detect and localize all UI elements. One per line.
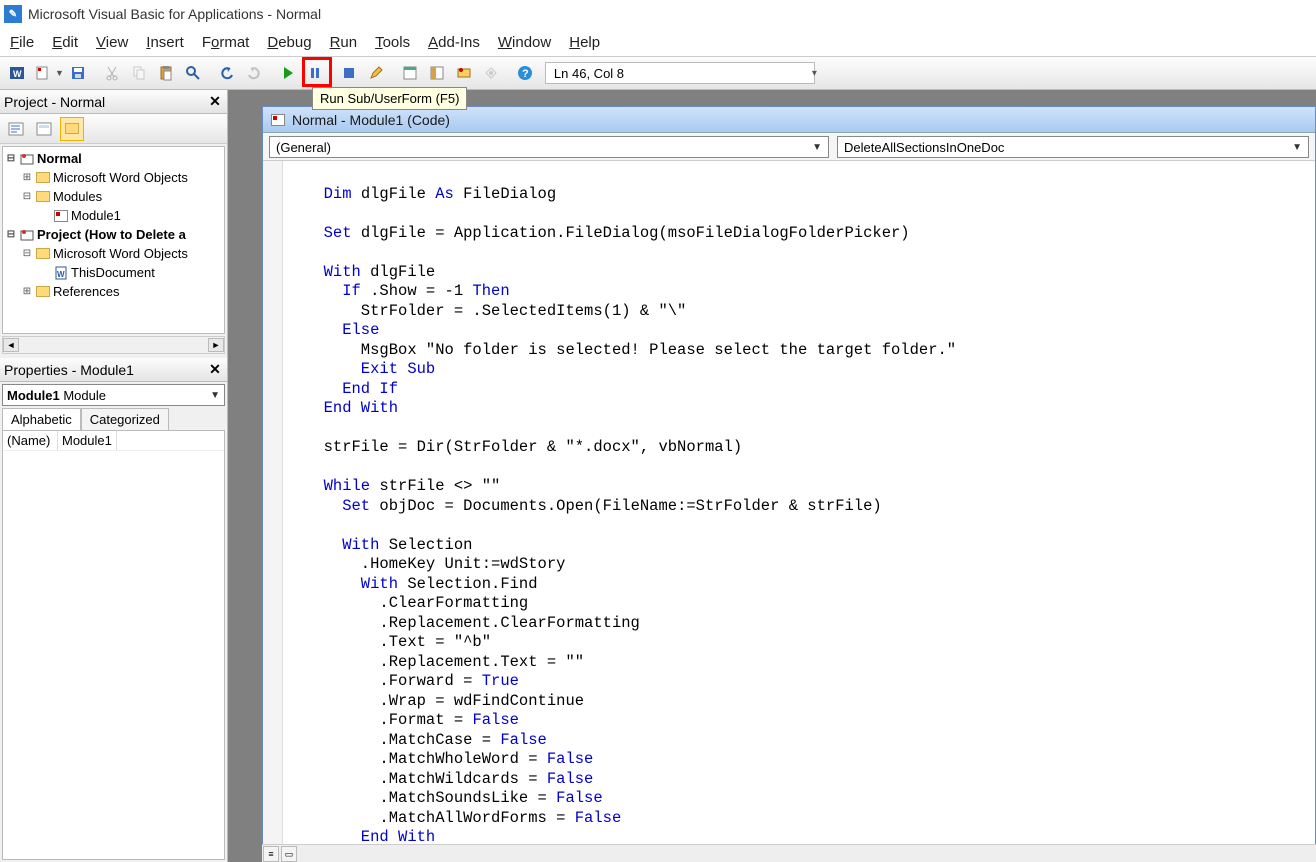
properties-object-combo[interactable]: Module1 Module ▼ <box>2 384 225 406</box>
paste-icon[interactable] <box>153 60 179 86</box>
insert-module-icon[interactable] <box>31 60 57 86</box>
properties-pane: Module1 Module ▼ Alphabetic Categorized … <box>0 382 227 862</box>
project-close-icon[interactable]: ✕ <box>207 94 223 110</box>
project-hscroll[interactable]: ◄ ► <box>2 336 225 354</box>
cut-icon[interactable] <box>99 60 125 86</box>
cursor-position: Ln 46, Col 8 <box>545 62 815 84</box>
menu-help[interactable]: Help <box>569 34 600 51</box>
chevron-down-icon: ▼ <box>812 142 822 153</box>
toolbar: W ▼ ? Ln 46, Col 8 ▾ Run Sub/UserForm (F… <box>0 56 1316 90</box>
svg-text:W: W <box>57 270 65 279</box>
properties-grid[interactable]: (Name) Module1 <box>2 430 225 860</box>
menu-insert[interactable]: Insert <box>146 34 184 51</box>
project-tree[interactable]: ⊟Normal ⊞Microsoft Word Objects ⊟Modules… <box>2 146 225 334</box>
properties-close-icon[interactable]: ✕ <box>207 362 223 378</box>
tab-categorized[interactable]: Categorized <box>81 408 169 430</box>
reset-icon[interactable] <box>336 60 362 86</box>
project-toolbar <box>0 114 227 144</box>
menu-edit[interactable]: Edit <box>52 34 78 51</box>
menu-tools[interactable]: Tools <box>375 34 410 51</box>
menu-window[interactable]: Window <box>498 34 551 51</box>
redo-icon[interactable] <box>241 60 267 86</box>
tree-refs[interactable]: ⊞References <box>3 282 224 301</box>
project-explorer-icon[interactable] <box>397 60 423 86</box>
tree-normal[interactable]: ⊟Normal <box>3 149 224 168</box>
run-tooltip: Run Sub/UserForm (F5) <box>312 87 467 110</box>
procedure-dropdown[interactable]: DeleteAllSectionsInOneDoc▼ <box>837 136 1309 158</box>
toolbox-icon[interactable] <box>478 60 504 86</box>
tree-thisdoc[interactable]: WThisDocument <box>3 263 224 282</box>
object-browser-icon[interactable] <box>451 60 477 86</box>
scroll-left-icon[interactable]: ◄ <box>3 338 19 352</box>
menu-file[interactable]: File <box>10 34 34 51</box>
view-object-icon[interactable] <box>32 117 56 141</box>
copy-icon[interactable] <box>126 60 152 86</box>
tree-module1[interactable]: Module1 <box>3 206 224 225</box>
run-button[interactable] <box>275 60 301 86</box>
find-icon[interactable] <box>180 60 206 86</box>
tree-mwo1[interactable]: ⊞Microsoft Word Objects <box>3 168 224 187</box>
code-margin <box>263 161 283 861</box>
menu-view[interactable]: View <box>96 34 128 51</box>
properties-pane-title: Properties - Module1 <box>4 362 134 378</box>
project-pane-title: Project - Normal <box>4 94 105 110</box>
code-window: Normal - Module1 (Code) (General)▼ Delet… <box>262 106 1316 862</box>
svg-text:?: ? <box>522 68 529 80</box>
app-title: Microsoft Visual Basic for Applications … <box>28 6 321 22</box>
prop-name-value[interactable]: Module1 <box>58 431 117 450</box>
properties-pane-header: Properties - Module1 ✕ <box>0 358 227 382</box>
full-module-view-icon[interactable]: ▭ <box>281 846 297 862</box>
app-icon: ✎ <box>4 5 22 23</box>
help-icon[interactable]: ? <box>512 60 538 86</box>
prop-name-key: (Name) <box>3 431 58 450</box>
code-hscroll[interactable]: ≡ ▭ <box>262 844 1316 862</box>
left-panel: Project - Normal ✕ ⊟Normal ⊞Microsoft Wo… <box>0 90 228 862</box>
toggle-folders-icon[interactable] <box>60 117 84 141</box>
menu-run[interactable]: Run <box>330 34 358 51</box>
tree-project2[interactable]: ⊟Project (How to Delete a <box>3 225 224 244</box>
undo-icon[interactable] <box>214 60 240 86</box>
menu-debug[interactable]: Debug <box>267 34 311 51</box>
tab-alphabetic[interactable]: Alphabetic <box>2 408 81 430</box>
properties-icon[interactable] <box>424 60 450 86</box>
menu-format[interactable]: Format <box>202 34 250 51</box>
title-bar: ✎ Microsoft Visual Basic for Application… <box>0 0 1316 28</box>
scroll-right-icon[interactable]: ► <box>208 338 224 352</box>
code-editor[interactable]: Dim dlgFile As FileDialog Set dlgFile = … <box>263 161 1315 861</box>
design-mode-icon[interactable] <box>363 60 389 86</box>
break-icon[interactable] <box>302 60 328 86</box>
project-pane-header: Project - Normal ✕ <box>0 90 227 114</box>
tree-mwo2[interactable]: ⊟Microsoft Word Objects <box>3 244 224 263</box>
chevron-down-icon: ▼ <box>210 390 220 401</box>
view-code-icon[interactable] <box>4 117 28 141</box>
chevron-down-icon: ▼ <box>1292 142 1302 153</box>
module-icon <box>269 111 287 129</box>
word-icon[interactable]: W <box>4 60 30 86</box>
tree-modules[interactable]: ⊟Modules <box>3 187 224 206</box>
menu-addins[interactable]: Add-Ins <box>428 34 480 51</box>
menu-bar: File Edit View Insert Format Debug Run T… <box>0 28 1316 56</box>
svg-text:W: W <box>13 69 22 79</box>
object-dropdown[interactable]: (General)▼ <box>269 136 829 158</box>
procedure-view-icon[interactable]: ≡ <box>263 846 279 862</box>
save-icon[interactable] <box>65 60 91 86</box>
mdi-area: Normal - Module1 (Code) (General)▼ Delet… <box>228 90 1316 862</box>
code-window-title[interactable]: Normal - Module1 (Code) <box>263 107 1315 133</box>
